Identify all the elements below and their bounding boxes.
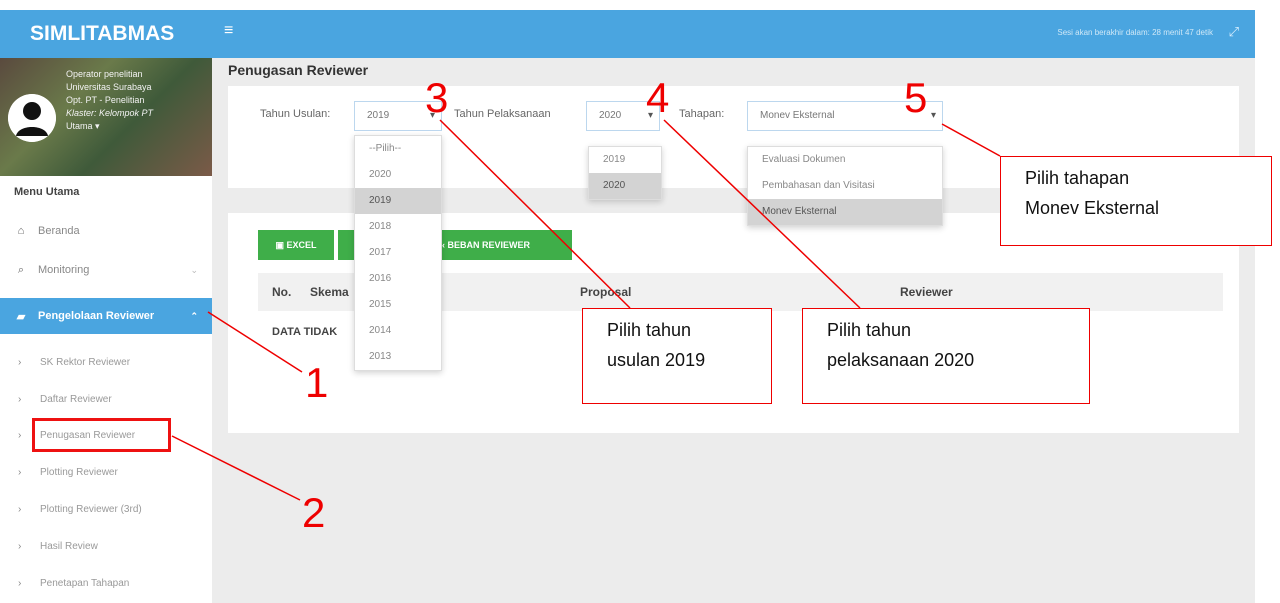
top-bar: ≡ Sesi akan berakhir dalam: 28 menit 47 … xyxy=(212,10,1255,58)
annotation-number-2: 2 xyxy=(302,489,326,536)
excel-button[interactable]: ▣ EXCEL xyxy=(258,230,334,260)
callout-3-line-2: usulan 2019 xyxy=(607,350,706,370)
tahun-pelaksanaan-label: Tahun Pelaksanaan xyxy=(454,108,551,120)
hamburger-menu-icon[interactable]: ≡ xyxy=(224,22,233,40)
annotation-highlight-box xyxy=(32,418,171,452)
chevron-up-icon: ⌃ xyxy=(190,310,198,321)
nav-beranda[interactable]: ⌂ Beranda xyxy=(0,213,212,249)
dropdown-option[interactable]: 2019 xyxy=(589,147,661,173)
dropdown-option[interactable]: 2020 xyxy=(355,162,441,188)
chevron-right-icon: › xyxy=(18,503,22,515)
user-panel: Operator penelitian Universitas Surabaya… xyxy=(0,58,212,176)
chevron-down-icon: ⌄ xyxy=(190,264,198,275)
callout-3-line-1: Pilih tahun xyxy=(607,320,692,340)
nav-monitoring[interactable]: ⌕ Monitoring ⌄ xyxy=(0,252,212,288)
tahun-pelaksanaan-dropdown: 2019 2020 xyxy=(588,146,662,200)
dropdown-option[interactable]: 2016 xyxy=(355,266,441,292)
beban-reviewer-label: BEBAN REVIEWER xyxy=(447,240,531,250)
col-proposal: Proposal xyxy=(580,285,632,299)
search-icon: ⌕ xyxy=(17,263,25,276)
user-cluster-dropdown[interactable]: Utama ▾ xyxy=(66,120,153,133)
tahun-usulan-dropdown: --Pilih-- 2020 2019 2018 2017 2016 2015 … xyxy=(354,135,442,371)
dropdown-option[interactable]: 2015 xyxy=(355,292,441,318)
book-icon: ▰ xyxy=(16,310,26,323)
sidebar: SIMLITABMAS Operator penelitian Universi… xyxy=(0,0,212,603)
col-reviewer: Reviewer xyxy=(900,285,953,299)
sub-label: Plotting Reviewer xyxy=(40,466,118,478)
dropdown-option[interactable]: --Pilih-- xyxy=(355,136,441,162)
dropdown-option-selected[interactable]: 2019 xyxy=(355,188,441,214)
menu-heading: Menu Utama xyxy=(14,186,80,198)
sub-label: SK Rektor Reviewer xyxy=(40,356,131,368)
annotation-number-5: 5 xyxy=(904,74,928,121)
chevron-right-icon: › xyxy=(18,356,22,368)
page-title: Penugasan Reviewer xyxy=(228,62,369,78)
callout-5-line-2: Monev Eksternal xyxy=(1025,198,1160,218)
col-no: No. xyxy=(272,285,292,299)
chevron-right-icon: › xyxy=(18,540,22,552)
nav-pengelolaan-reviewer[interactable]: ▰ Pengelolaan Reviewer ⌃ xyxy=(0,298,212,334)
chevron-right-icon: › xyxy=(18,393,22,405)
user-role: Operator penelitian xyxy=(66,69,143,79)
sub-sk-rektor-reviewer[interactable]: › SK Rektor Reviewer xyxy=(0,344,212,380)
tahun-usulan-value: 2019 xyxy=(367,110,390,121)
dropdown-option[interactable]: 2018 xyxy=(355,214,441,240)
dropdown-option[interactable]: Pembahasan dan Visitasi xyxy=(748,173,942,199)
user-institution: Universitas Surabaya xyxy=(66,82,152,92)
brand-logo[interactable]: SIMLITABMAS xyxy=(0,10,212,58)
annotation-callout-3: Pilih tahun usulan 2019 xyxy=(582,308,772,404)
user-operator: Opt. PT - Penelitian xyxy=(66,95,145,105)
dropdown-option-selected[interactable]: Monev Eksternal xyxy=(748,199,942,225)
excel-icon: ▣ xyxy=(275,240,287,250)
nav-pengelolaan-label: Pengelolaan Reviewer xyxy=(38,310,155,322)
excel-button-label: EXCEL xyxy=(286,240,317,250)
sub-hasil-review[interactable]: › Hasil Review xyxy=(0,528,212,564)
annotation-number-3: 3 xyxy=(425,74,449,121)
sub-plotting-reviewer[interactable]: › Plotting Reviewer xyxy=(0,454,212,490)
tahapan-value: Monev Eksternal xyxy=(760,110,835,121)
session-timer: Sesi akan berakhir dalam: 28 menit 47 de… xyxy=(1057,28,1213,37)
sub-label: Plotting Reviewer (3rd) xyxy=(40,503,142,515)
chevron-down-icon: ▾ xyxy=(930,110,936,121)
dropdown-option[interactable]: 2014 xyxy=(355,318,441,344)
user-avatar-icon xyxy=(8,94,56,142)
home-icon: ⌂ xyxy=(17,225,25,237)
tahun-usulan-label: Tahun Usulan: xyxy=(260,108,331,120)
sub-penetapan-tahapan[interactable]: › Penetapan Tahapan xyxy=(0,565,212,601)
annotation-callout-5: Pilih tahapan Monev Eksternal xyxy=(1000,156,1272,246)
chevron-right-icon: › xyxy=(18,466,22,478)
user-info: Operator penelitian Universitas Surabaya… xyxy=(66,68,153,133)
annotation-callout-4: Pilih tahun pelaksanaan 2020 xyxy=(802,308,1090,404)
chevron-right-icon: › xyxy=(18,429,22,441)
sub-label: Daftar Reviewer xyxy=(40,393,112,405)
tahun-pelaksanaan-value: 2020 xyxy=(599,110,622,121)
annotation-number-4: 4 xyxy=(646,74,670,121)
nav-beranda-label: Beranda xyxy=(38,225,80,237)
dropdown-option[interactable]: 2017 xyxy=(355,240,441,266)
dropdown-option-selected[interactable]: 2020 xyxy=(589,173,661,199)
no-data-text: DATA TIDAK xyxy=(272,326,338,338)
sub-plotting-reviewer-3rd[interactable]: › Plotting Reviewer (3rd) xyxy=(0,491,212,527)
tahapan-label: Tahapan: xyxy=(679,108,725,120)
sub-label: Hasil Review xyxy=(40,540,98,552)
user-cluster: Klaster: Kelompok PT xyxy=(66,108,154,118)
tahapan-dropdown: Evaluasi Dokumen Pembahasan dan Visitasi… xyxy=(747,146,943,226)
dropdown-option[interactable]: Evaluasi Dokumen xyxy=(748,147,942,173)
sub-label: Penetapan Tahapan xyxy=(40,577,130,589)
nav-monitoring-label: Monitoring xyxy=(38,264,90,276)
col-skema: Skema xyxy=(310,285,349,299)
dropdown-option[interactable]: 2013 xyxy=(355,344,441,370)
callout-4-line-1: Pilih tahun xyxy=(827,320,912,340)
chevron-right-icon: › xyxy=(18,577,22,589)
sub-daftar-reviewer[interactable]: › Daftar Reviewer xyxy=(0,381,212,417)
fullscreen-icon[interactable]: ⤢ xyxy=(1229,24,1239,40)
annotation-number-1: 1 xyxy=(305,359,329,406)
callout-5-line-1: Pilih tahapan xyxy=(1025,168,1130,188)
callout-4-line-2: pelaksanaan 2020 xyxy=(827,350,975,370)
